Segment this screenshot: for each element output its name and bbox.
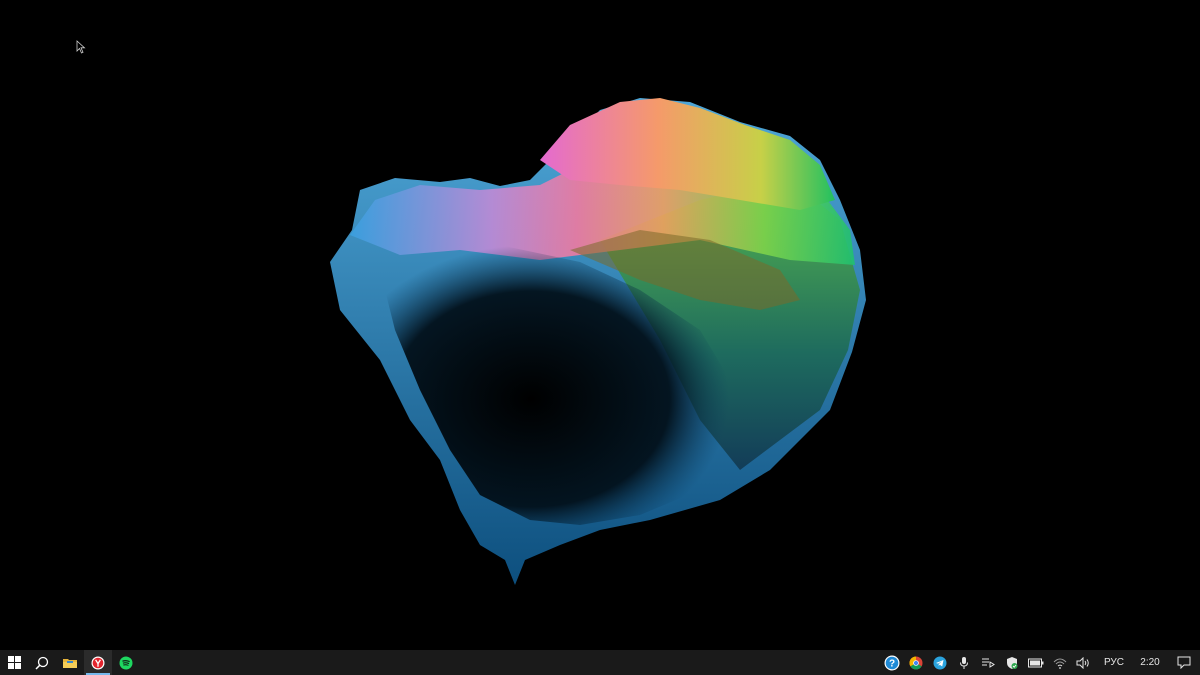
system-tray: ? РУС 2:20	[880, 650, 1200, 675]
taskbar: ? РУС 2:20	[0, 650, 1200, 675]
yandex-browser-button[interactable]	[84, 650, 112, 675]
volume-tray-button[interactable]	[1072, 650, 1096, 675]
svg-text:?: ?	[889, 658, 895, 669]
defender-tray-button[interactable]	[1000, 650, 1024, 675]
windows-logo-icon	[7, 656, 21, 669]
abstract-wallpaper	[330, 98, 866, 585]
action-center-button[interactable]	[1168, 650, 1200, 675]
mouse-cursor-icon	[76, 40, 86, 54]
help-tray-button[interactable]: ?	[880, 650, 904, 675]
spotify-button[interactable]	[112, 650, 140, 675]
battery-tray-button[interactable]	[1024, 650, 1048, 675]
telegram-tray-button[interactable]	[928, 650, 952, 675]
media-icon	[982, 658, 995, 668]
wifi-tray-button[interactable]	[1048, 650, 1072, 675]
telegram-icon	[933, 656, 947, 669]
notification-icon	[1177, 656, 1191, 669]
microphone-icon	[960, 656, 968, 669]
yandex-icon	[91, 656, 105, 669]
defender-icon	[1007, 656, 1018, 669]
search-icon	[35, 656, 49, 670]
wifi-icon	[1053, 658, 1067, 669]
start-button[interactable]	[0, 650, 28, 675]
folder-icon	[63, 658, 77, 668]
spotify-icon	[119, 656, 133, 669]
chrome-tray-button[interactable]	[904, 650, 928, 675]
media-tray-button[interactable]	[976, 650, 1000, 675]
desktop[interactable]	[0, 0, 1200, 650]
file-explorer-button[interactable]	[56, 650, 84, 675]
microphone-tray-button[interactable]	[952, 650, 976, 675]
search-button[interactable]	[28, 650, 56, 675]
taskbar-clock[interactable]: 2:20	[1132, 650, 1168, 675]
chrome-icon	[909, 656, 923, 669]
help-icon: ?	[884, 655, 900, 670]
volume-icon	[1076, 656, 1089, 669]
input-language-indicator[interactable]: РУС	[1096, 650, 1132, 675]
battery-icon	[1028, 658, 1044, 667]
